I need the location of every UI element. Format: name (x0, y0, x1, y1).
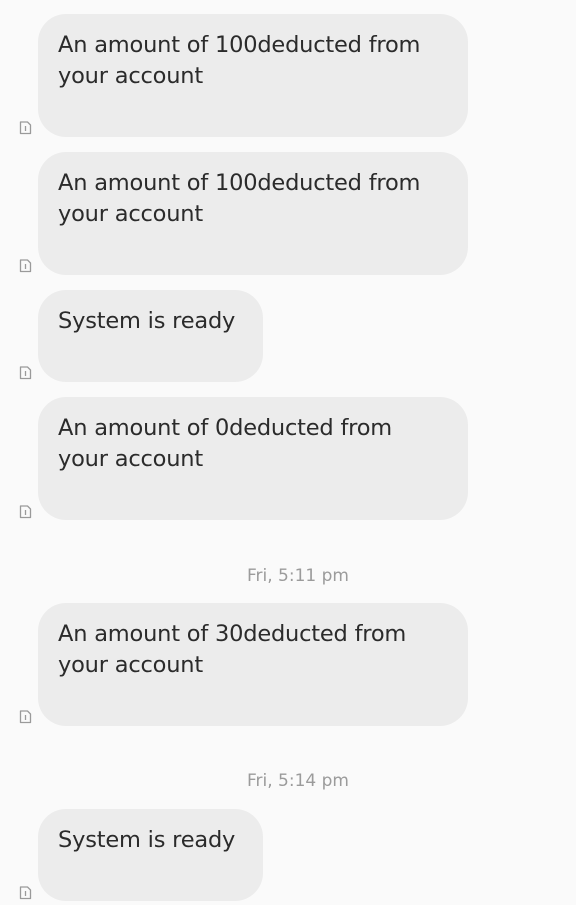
timestamp: Fri, 5:11 pm (247, 566, 349, 586)
sim-card-1-icon (19, 121, 32, 135)
sim-card-1-icon (19, 886, 32, 900)
message-bubble[interactable]: System is ready (38, 290, 263, 382)
message-thread: An amount of 100deducted from your accou… (0, 0, 576, 905)
sim-card-1-icon (19, 710, 32, 724)
message-bubble[interactable]: An amount of 0deducted from your account (38, 397, 468, 520)
message-bubble[interactable]: An amount of 100deducted from your accou… (38, 14, 468, 137)
message-text: An amount of 100deducted from your accou… (58, 32, 421, 89)
message-text: An amount of 100deducted from your accou… (58, 170, 421, 227)
sim-card-1-icon (19, 366, 32, 380)
message-text: System is ready (58, 827, 236, 853)
message-bubble[interactable]: An amount of 100deducted from your accou… (38, 152, 468, 275)
message-text: An amount of 30deducted from your accoun… (58, 621, 407, 678)
sim-card-1-icon (19, 505, 32, 519)
message-bubble[interactable]: An amount of 30deducted from your accoun… (38, 603, 468, 726)
message-bubble[interactable]: System is ready (38, 809, 263, 901)
message-text: System is ready (58, 308, 236, 334)
sim-card-1-icon (19, 259, 32, 273)
message-text: An amount of 0deducted from your account (58, 415, 393, 472)
timestamp: Fri, 5:14 pm (247, 771, 349, 791)
